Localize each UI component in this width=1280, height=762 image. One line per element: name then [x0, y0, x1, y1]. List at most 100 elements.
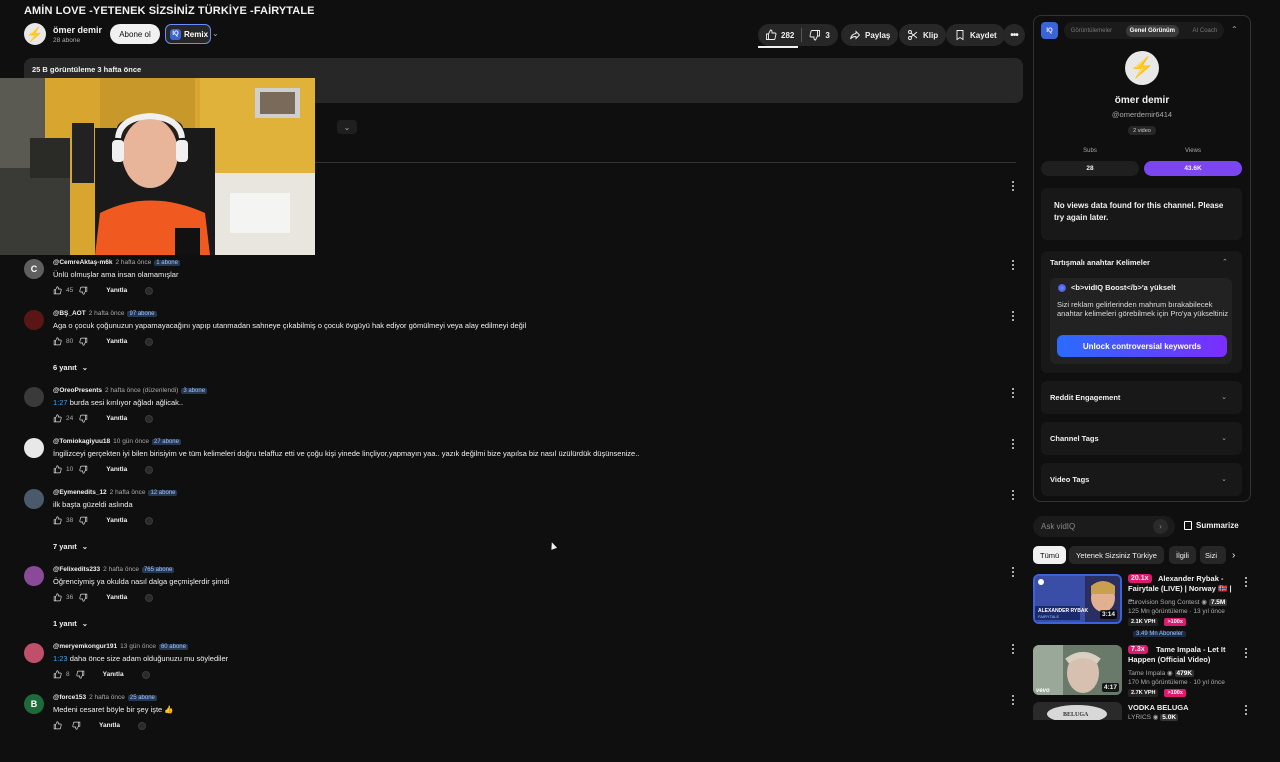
share-button[interactable]: Paylaş	[841, 24, 899, 46]
channel-avatar[interactable]: ⚡	[24, 23, 46, 45]
related-video-title[interactable]: Tame Impala - Let It Happen (Official Vi…	[1128, 645, 1238, 665]
chip-yetenek[interactable]: Yetenek Sizsiniz Türkiye	[1069, 546, 1164, 564]
video-thumbnail[interactable]: ALEXANDER RYBAK FAIRYTALE 3:14	[1033, 574, 1122, 624]
more-vertical-icon[interactable]	[1008, 566, 1018, 578]
send-icon[interactable]: ›	[1153, 519, 1168, 534]
reply-button[interactable]: Yanıtla	[106, 466, 127, 473]
comment-author[interactable]: @Felixedits233	[53, 566, 100, 573]
comment-time[interactable]: 2 hafta önce	[89, 310, 125, 317]
comment-time[interactable]: 2 hafta önce (düzenlendi)	[105, 387, 178, 394]
more-vertical-icon[interactable]	[1008, 694, 1018, 706]
section-channel-tags[interactable]: Channel Tags ⌄	[1041, 422, 1242, 455]
related-video-title[interactable]: VODKA BELUGA	[1128, 703, 1238, 713]
comment-time[interactable]: 2 hafta önce	[115, 259, 151, 266]
reply-button[interactable]: Yanıtla	[103, 671, 124, 678]
avatar[interactable]: C	[24, 259, 44, 279]
comment-dislike-button[interactable]	[76, 670, 85, 679]
avatar[interactable]	[24, 643, 44, 663]
comment-dislike-button[interactable]	[79, 465, 88, 474]
reply-button[interactable]: Yanıtla	[106, 517, 127, 524]
comment-author[interactable]: @Eymenedits_12	[53, 489, 107, 496]
chevron-right-icon[interactable]: ›	[1232, 550, 1235, 561]
summarize-button[interactable]: Summarize	[1184, 521, 1239, 530]
comment-like-button[interactable]: 80	[53, 337, 73, 346]
avatar[interactable]	[24, 387, 44, 407]
like-button[interactable]: 282	[758, 24, 801, 46]
more-vertical-icon[interactable]	[1008, 489, 1018, 501]
avatar[interactable]	[24, 310, 44, 330]
chevron-up-icon[interactable]: ⌃	[1222, 258, 1228, 266]
chevron-up-icon[interactable]: ⌃	[1231, 25, 1238, 34]
comment-like-button[interactable]: 24	[53, 414, 73, 423]
comment-dislike-button[interactable]	[72, 721, 81, 730]
comment-time[interactable]: 2 hafta önce	[110, 489, 146, 496]
more-vertical-icon[interactable]	[1241, 647, 1251, 659]
avatar[interactable]	[24, 566, 44, 586]
clip-button[interactable]: Klip	[899, 24, 947, 46]
reply-button[interactable]: Yanıtla	[106, 287, 127, 294]
chevron-down-icon[interactable]: ⌄	[337, 120, 357, 134]
reply-button[interactable]: Yanıtla	[106, 594, 127, 601]
tab-ai-coach[interactable]: AI Coach	[1193, 28, 1218, 34]
avatar[interactable]: B	[24, 694, 44, 714]
comment-author[interactable]: @meryemkongur191	[53, 643, 117, 650]
more-actions-button[interactable]: •••	[1003, 24, 1025, 46]
comment-author[interactable]: @force153	[53, 694, 86, 701]
comment-like-button[interactable]: 38	[53, 516, 73, 525]
comment-dislike-button[interactable]	[79, 286, 88, 295]
comment-dislike-button[interactable]	[79, 516, 88, 525]
comment-author[interactable]: @OreoPresents	[53, 387, 102, 394]
more-vertical-icon[interactable]	[1008, 259, 1018, 271]
comment-dislike-button[interactable]	[79, 414, 88, 423]
channel-name[interactable]: ömer demir	[53, 25, 102, 35]
reply-button[interactable]: Yanıtla	[99, 722, 120, 729]
show-replies-button[interactable]: 7 yanıt ⌄	[53, 542, 88, 551]
keywords-title[interactable]: Tartışmalı anahtar Kelimeler	[1050, 258, 1150, 267]
tab-overview[interactable]: Genel Görünüm	[1125, 24, 1179, 37]
comment-dislike-button[interactable]	[79, 593, 88, 602]
related-video[interactable]: BELUGA VODKA BELUGA LYRICS ◉ 5.0K	[1033, 702, 1273, 762]
timestamp-link[interactable]: 1:23	[53, 654, 68, 663]
section-reddit-engagement[interactable]: Reddit Engagement ⌄	[1041, 381, 1242, 414]
comment-time[interactable]: 2 hafta önce	[103, 566, 139, 573]
more-vertical-icon[interactable]	[1241, 704, 1251, 716]
chip-all[interactable]: Tümü	[1033, 546, 1067, 564]
save-button[interactable]: Kaydet	[946, 24, 1005, 46]
comment-like-button[interactable]: 36	[53, 593, 73, 602]
unlock-keywords-button[interactable]: Unlock controversial keywords	[1057, 335, 1227, 357]
comment-time[interactable]: 13 gün önce	[120, 643, 156, 650]
timestamp-link[interactable]: 1:27	[53, 398, 68, 407]
comment-author[interactable]: @CemreAktaş-m6k	[53, 259, 112, 266]
video-thumbnail[interactable]: BELUGA	[1033, 702, 1122, 720]
comment-author[interactable]: @BŞ_AOT	[53, 310, 86, 317]
comment-dislike-button[interactable]	[79, 337, 88, 346]
subscribe-button[interactable]: Abone ol	[110, 24, 160, 44]
more-vertical-icon[interactable]	[1008, 387, 1018, 399]
reply-button[interactable]: Yanıtla	[106, 338, 127, 345]
related-video[interactable]: ALEXANDER RYBAK FAIRYTALE 3:14 20.1x Ale…	[1033, 574, 1273, 634]
related-channel-name[interactable]: Eurovision Song Contest	[1128, 599, 1200, 606]
avatar[interactable]	[24, 489, 44, 509]
dislike-button[interactable]: 3	[802, 24, 836, 46]
mini-video-player[interactable]	[0, 78, 315, 255]
tab-views[interactable]: Görüntülemeler	[1071, 28, 1112, 34]
related-video[interactable]: vevo 4:17 7.3x Tame Impala - Let It Happ…	[1033, 645, 1273, 705]
comment-time[interactable]: 10 gün önce	[113, 438, 149, 445]
remix-button[interactable]: IQ Remix	[165, 24, 211, 44]
more-vertical-icon[interactable]	[1008, 180, 1018, 192]
more-vertical-icon[interactable]	[1008, 310, 1018, 322]
more-vertical-icon[interactable]	[1241, 576, 1251, 588]
comment-like-button[interactable]	[53, 721, 66, 730]
avatar[interactable]	[24, 438, 44, 458]
show-replies-button[interactable]: 6 yanıt ⌄	[53, 363, 88, 372]
more-vertical-icon[interactable]	[1008, 643, 1018, 655]
comment-like-button[interactable]: 10	[53, 465, 73, 474]
section-video-tags[interactable]: Video Tags ⌄	[1041, 463, 1242, 496]
more-vertical-icon[interactable]	[1008, 438, 1018, 450]
chevron-down-icon[interactable]: ⌄	[212, 29, 219, 38]
comment-like-button[interactable]: 8	[53, 670, 70, 679]
comment-like-button[interactable]: 45	[53, 286, 73, 295]
comment-time[interactable]: 2 hafta önce	[89, 694, 125, 701]
related-channel-name[interactable]: Tame Impala	[1128, 670, 1165, 677]
comment-author[interactable]: @Tomiokagiyuu18	[53, 438, 110, 445]
